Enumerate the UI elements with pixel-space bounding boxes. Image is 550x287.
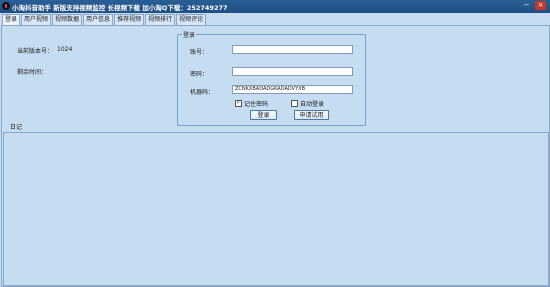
checkmark-icon: ✓ — [236, 98, 242, 106]
remember-password-checkbox[interactable]: ✓ 记住密码 — [235, 98, 269, 108]
log-textarea[interactable] — [3, 132, 549, 286]
login-group-title: 登录 — [182, 30, 197, 39]
tab-video-ranking[interactable]: 视频排行 — [145, 14, 176, 25]
version-value: 1024 — [57, 46, 73, 53]
close-button[interactable]: × — [535, 1, 546, 10]
remaining-time-label: 剩余时间： — [17, 69, 48, 76]
login-tab-panel: 当前版本号： 1024 剩余时间： 登录 账号： 密码： 机器码： ZCNKXB… — [1, 25, 550, 287]
tab-strip: 登录 用户视频 视频数据 用户信息 推荐视频 视频排行 视频评论 — [2, 14, 207, 26]
version-label: 当前版本号： — [17, 48, 54, 55]
login-button[interactable]: 登录 — [250, 110, 277, 120]
remember-password-label: 记住密码 — [244, 101, 269, 108]
apply-trial-button[interactable]: 申请试用 — [294, 110, 329, 120]
login-group: 登录 账号： 密码： 机器码： ZCNKXBADADGKADADVYXB ✓ 记… — [177, 30, 366, 126]
tab-user-info[interactable]: 用户信息 — [83, 14, 114, 25]
remember-password-box: ✓ — [235, 98, 242, 107]
tab-user-videos[interactable]: 用户视频 — [21, 14, 52, 25]
tab-recommended-videos[interactable]: 推荐视频 — [114, 14, 145, 25]
account-input[interactable] — [232, 45, 353, 54]
machine-code-input[interactable]: ZCNKXBADADGKADADVYXB — [232, 85, 353, 94]
minimize-button[interactable]: − — [521, 1, 532, 10]
tab-video-comments[interactable]: 视频评论 — [176, 14, 207, 25]
account-label: 账号： — [190, 49, 209, 56]
machine-code-label: 机器码： — [190, 89, 215, 96]
auto-login-label: 自动登录 — [300, 101, 325, 108]
password-input[interactable] — [232, 67, 353, 76]
window-title: 小淘抖音助手 新版支持视频监控 长视频下载 加小淘Q下载：252749277 — [12, 4, 228, 12]
title-bar: 小淘抖音助手 新版支持视频监控 长视频下载 加小淘Q下载：252749277 −… — [0, 0, 550, 13]
password-label: 密码： — [190, 71, 209, 78]
auto-login-checkbox[interactable]: 自动登录 — [291, 99, 324, 108]
auto-login-box — [291, 100, 298, 107]
app-icon — [2, 2, 10, 10]
log-label: 日记 — [10, 124, 23, 131]
tab-video-data[interactable]: 视频数据 — [52, 14, 83, 25]
